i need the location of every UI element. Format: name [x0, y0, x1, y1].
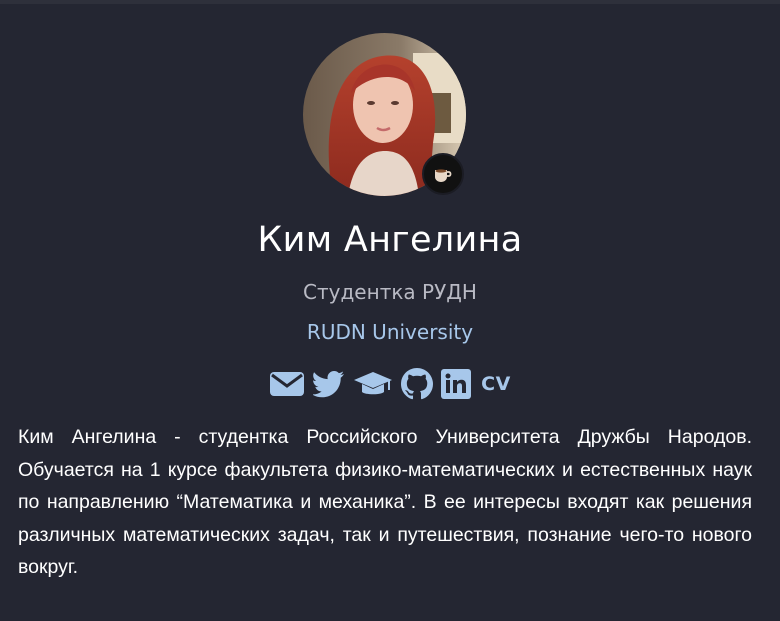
profile-name: Ким Ангелина — [257, 220, 523, 260]
cv-link[interactable]: CV — [481, 366, 511, 402]
scholar-link[interactable] — [353, 366, 393, 402]
coffee-cup-icon — [435, 169, 452, 182]
github-icon — [401, 368, 434, 400]
email-link[interactable] — [269, 366, 305, 402]
profile-organization: RUDN University — [306, 320, 474, 344]
linkedin-link[interactable] — [441, 366, 472, 402]
github-link[interactable] — [401, 366, 434, 402]
envelope-icon — [270, 372, 305, 396]
twitter-icon — [313, 371, 345, 398]
graduation-cap-icon — [354, 372, 393, 395]
social-links: CV — [0, 366, 780, 402]
bio-text: Ким Ангелина - студентка Российского Уни… — [18, 426, 752, 578]
linkedin-icon — [441, 369, 472, 399]
twitter-link[interactable] — [313, 366, 345, 402]
top-border — [0, 0, 780, 4]
profile-role: Студентка РУДН — [303, 280, 477, 304]
status-badge — [422, 153, 464, 195]
